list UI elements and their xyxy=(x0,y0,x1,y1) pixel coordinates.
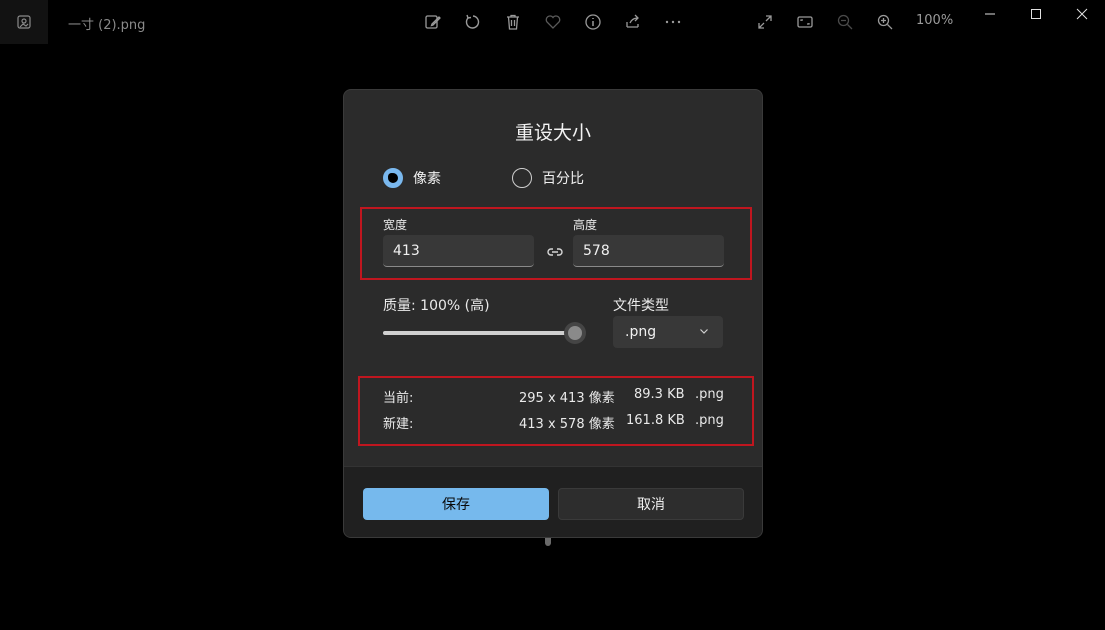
fullscreen-button[interactable] xyxy=(753,10,777,34)
quality-slider-thumb[interactable] xyxy=(564,322,586,344)
radio-unselected-icon xyxy=(512,168,532,188)
fit-icon xyxy=(797,16,813,28)
current-size: 89.3 KB xyxy=(634,387,685,402)
filetype-select[interactable]: .png xyxy=(613,316,723,348)
minimize-button[interactable] xyxy=(976,4,1004,24)
edit-button[interactable] xyxy=(421,10,445,34)
more-button[interactable] xyxy=(661,10,685,34)
info-button[interactable] xyxy=(581,10,605,34)
radio-pixels-label: 像素 xyxy=(413,171,441,187)
favorite-button[interactable] xyxy=(541,10,565,34)
more-icon xyxy=(665,20,681,24)
height-input[interactable]: 578 xyxy=(573,235,724,267)
filetype-label: 文件类型 xyxy=(613,298,669,314)
chevron-down-icon xyxy=(700,329,708,334)
file-title: 一寸 (2).png xyxy=(68,18,146,33)
new-label: 新建: xyxy=(383,417,414,432)
info-icon xyxy=(585,14,601,30)
zoom-in-button[interactable] xyxy=(873,10,897,34)
app-icon xyxy=(0,0,48,44)
radio-pixels[interactable]: 像素 xyxy=(383,168,441,188)
radio-percent[interactable]: 百分比 xyxy=(512,168,584,188)
new-ext: .png xyxy=(695,413,724,428)
rotate-icon xyxy=(465,14,480,29)
title-bar: 一寸 (2).png 100% xyxy=(0,0,1105,44)
delete-icon xyxy=(507,14,519,30)
new-dimensions: 413 x 578 像素 xyxy=(519,417,615,432)
quality-label: 质量: 100% (高) xyxy=(383,298,490,314)
heart-icon xyxy=(545,15,561,29)
width-input[interactable]: 413 xyxy=(383,235,534,267)
delete-button[interactable] xyxy=(501,10,525,34)
minimize-icon xyxy=(985,13,995,15)
quality-slider-track[interactable] xyxy=(383,331,575,335)
cancel-button[interactable]: 取消 xyxy=(558,488,744,520)
fit-to-window-button[interactable] xyxy=(793,10,817,34)
radio-percent-label: 百分比 xyxy=(542,171,584,187)
close-icon xyxy=(1076,8,1088,20)
share-icon xyxy=(626,14,639,28)
maximize-icon xyxy=(1031,9,1041,19)
save-button[interactable]: 保存 xyxy=(363,488,549,520)
rotate-button[interactable] xyxy=(461,10,485,34)
zoom-in-icon xyxy=(877,14,893,30)
share-button[interactable] xyxy=(621,10,645,34)
current-label: 当前: xyxy=(383,391,414,406)
zoom-out-icon xyxy=(837,14,853,30)
close-button[interactable] xyxy=(1068,4,1096,24)
fullscreen-icon xyxy=(758,15,772,29)
image-edge-mark xyxy=(545,538,551,546)
zoom-level[interactable]: 100% xyxy=(916,13,953,28)
new-size: 161.8 KB xyxy=(626,413,685,428)
zoom-out-button[interactable] xyxy=(833,10,857,34)
height-label: 高度 xyxy=(573,218,598,232)
resize-dialog: 重设大小 像素 百分比 宽度 413 高度 578 质量: 100% (高) 文… xyxy=(343,89,763,538)
dialog-footer: 保存 取消 xyxy=(344,466,762,537)
photos-app-icon xyxy=(17,15,31,29)
width-label: 宽度 xyxy=(383,218,408,232)
radio-selected-icon xyxy=(383,168,403,188)
edit-icon xyxy=(425,15,441,29)
aspect-ratio-lock-icon[interactable] xyxy=(546,243,564,261)
current-ext: .png xyxy=(695,387,724,402)
current-dimensions: 295 x 413 像素 xyxy=(519,391,615,406)
maximize-button[interactable] xyxy=(1022,4,1050,24)
dialog-title: 重设大小 xyxy=(514,122,591,144)
filetype-value: .png xyxy=(625,324,657,340)
